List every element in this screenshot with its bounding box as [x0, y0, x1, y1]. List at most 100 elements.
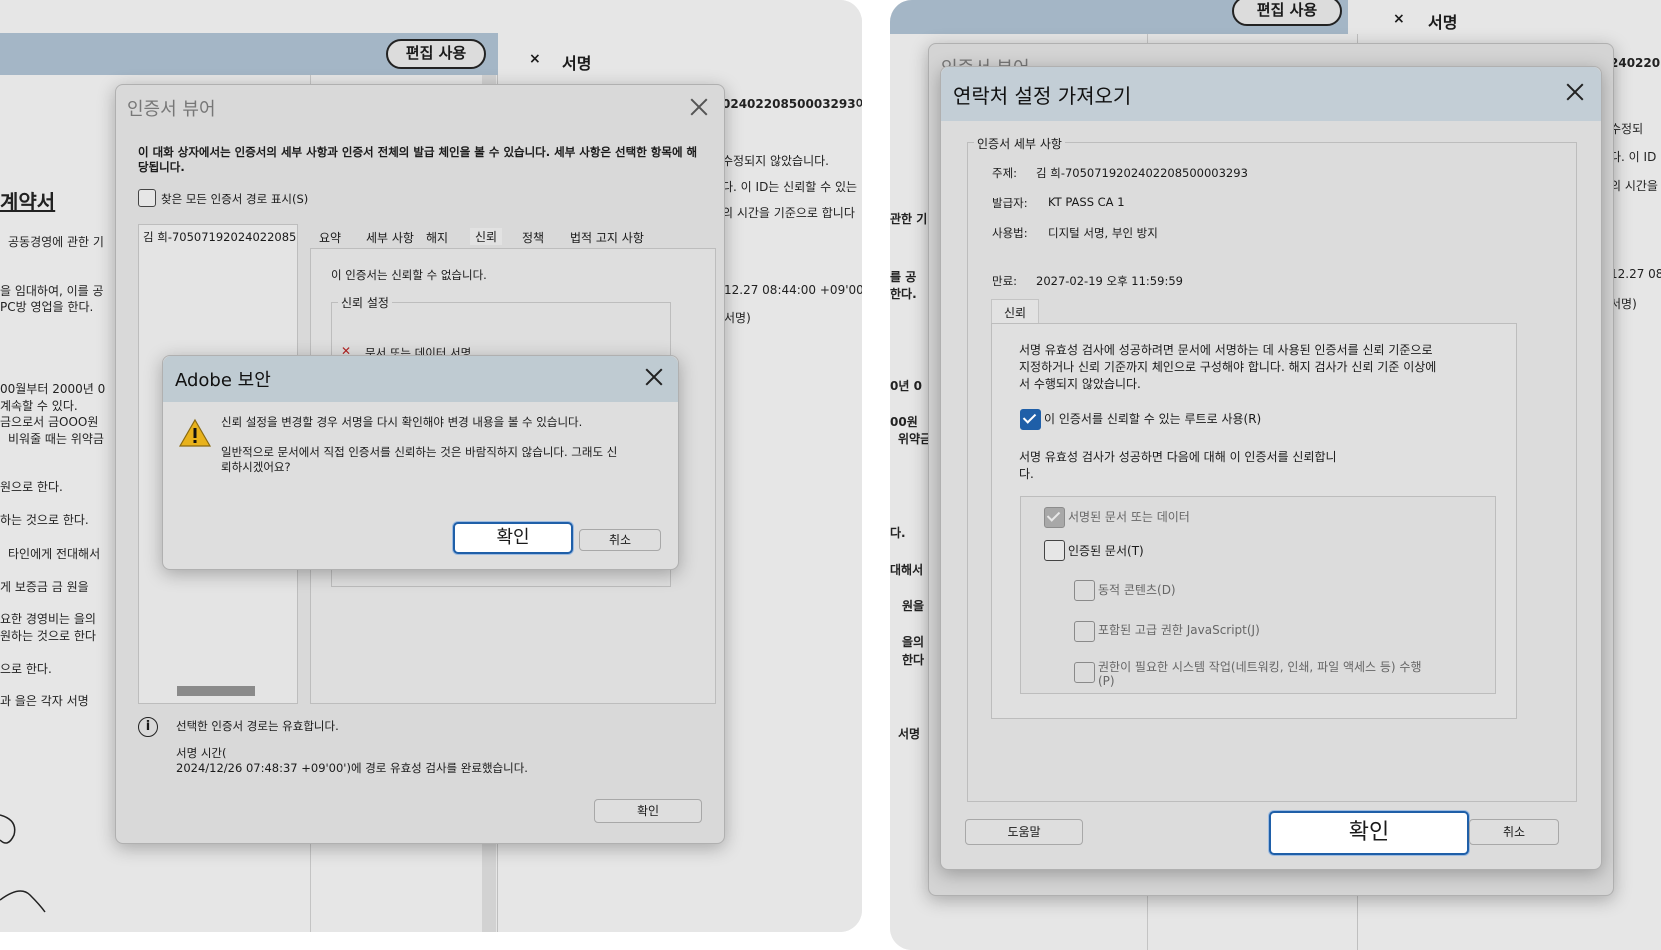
info-icon: i [138, 717, 158, 737]
document-line: 원하는 것으로 한다 [0, 629, 96, 643]
help-button[interactable]: 도움말 [965, 819, 1083, 845]
tab-strip: 요약 세부 사항 해지 신뢰 정책 법적 고지 사항 [312, 225, 712, 249]
privileged-operations-checkbox[interactable] [1074, 662, 1095, 683]
valid-path-message: 선택한 인증서 경로는 유효합니다. [176, 719, 339, 733]
close-icon[interactable] [645, 368, 663, 386]
import-contact-settings-dialog: 연락처 설정 가져오기 인증서 세부 사항 주제: 김 희-7050719202… [940, 66, 1602, 870]
signature-info-line: 0240220850003293이(가 [722, 97, 862, 111]
tab-revocation[interactable]: 해지 [426, 229, 448, 246]
signature-info-line: 12.27 08:44:00 +09'00' [724, 283, 862, 297]
use-as-trusted-root-label: 이 인증서를 신뢰할 수 있는 루트로 사용(R) [1044, 412, 1262, 426]
document-line: 요한 경영비는 을의 [0, 612, 96, 626]
close-icon[interactable] [690, 98, 708, 116]
document-line: 타인에게 전대해서 [8, 547, 101, 561]
expiry-label: 만료: [992, 274, 1018, 288]
document-line: 계속할 수 있다. [0, 399, 78, 413]
close-icon[interactable]: × [1393, 11, 1405, 27]
dialog-description: 이 대화 상자에서는 인증서의 세부 사항과 인증서 전체의 발급 체인을 볼 … [138, 145, 698, 174]
document-line: 한다 [902, 653, 925, 667]
document-line: 하는 것으로 한다. [0, 513, 89, 527]
use-as-trusted-root-checkbox[interactable] [1020, 409, 1041, 430]
tab-details[interactable]: 세부 사항 [366, 229, 414, 246]
signature-info-line: 수정되 [1610, 122, 1644, 136]
document-line: 한다. [890, 287, 917, 301]
certified-documents-checkbox[interactable] [1044, 540, 1065, 561]
dialog-title: Adobe 보안 [175, 370, 271, 391]
signature-info-line: 다. 이 ID는 신뢰할 수 있는 [722, 180, 858, 194]
trust-settings-legend: 신뢰 설정 [338, 294, 392, 311]
signed-documents-label: 서명된 문서 또는 데이터 [1068, 510, 1190, 524]
signature-panel-title: 서명 [1428, 13, 1458, 32]
subject-value: 김 희-7050719202402208500003293 [1036, 166, 1248, 180]
handwritten-signature-icon [0, 814, 46, 913]
document-line: 다. [890, 526, 906, 540]
certified-documents-label: 인증된 문서(T) [1068, 544, 1144, 558]
trust-description-line3: 서 수행되지 않았습니다. [1019, 377, 1141, 391]
close-icon[interactable] [1566, 83, 1584, 101]
tree-scrollbar-thumb[interactable] [177, 686, 255, 696]
left-screenshot-panel: 편집 사용 × 서명 계약서 공동경영에 관한 기 을 임대하여, 이를 공 P… [0, 0, 862, 932]
ok-button[interactable]: 확인 [594, 799, 702, 823]
trust-description-line1: 서명 유효성 검사에 성공하려면 문서에 서명하는 데 사용된 인증서를 신뢰 … [1019, 343, 1433, 357]
privileged-operations-label-line1: 권한이 필요한 시스템 작업(네트워킹, 인쇄, 파일 액세스 등) 수행 [1098, 660, 1422, 674]
usage-value: 디지털 서명, 부인 방지 [1048, 226, 1158, 240]
edit-mode-button[interactable]: 편집 사용 [386, 39, 486, 69]
show-all-paths-label: 찾은 모든 인증서 경로 표시(S) [161, 192, 309, 206]
embedded-javascript-checkbox[interactable] [1074, 621, 1095, 642]
untrusted-message: 이 인증서는 신뢰할 수 없습니다. [331, 268, 487, 282]
signing-time-value: 2024/12/26 07:48:37 +09'00')에 경로 유효성 검사를… [176, 761, 528, 775]
cancel-button[interactable]: 취소 [579, 529, 661, 551]
signature-info-line: 다. 이 ID [1610, 150, 1657, 164]
tab-legal-notice[interactable]: 법적 고지 사항 [570, 229, 644, 246]
confirm-button[interactable]: 확인 [453, 522, 573, 554]
signing-time-label: 서명 시간( [176, 746, 227, 760]
issuer-label: 발급자: [992, 196, 1028, 210]
document-line: 대해서 [890, 563, 924, 577]
document-line: 을의 [902, 635, 925, 649]
document-line: 를 공 [890, 270, 917, 284]
dynamic-content-checkbox[interactable] [1074, 580, 1095, 601]
warning-icon [178, 418, 212, 447]
expiry-value: 2027-02-19 오후 11:59:59 [1036, 274, 1183, 288]
confirm-button[interactable]: 확인 [1269, 811, 1469, 855]
show-all-paths-checkbox[interactable] [138, 189, 156, 207]
signature-info-line: 240220 [1610, 56, 1661, 70]
signature-info-line: 의 시간을 기준으로 합니다 [722, 206, 855, 220]
usage-label: 사용법: [992, 226, 1028, 240]
document-line: 관한 기 [890, 212, 928, 226]
signed-documents-checkbox[interactable] [1044, 507, 1065, 528]
trust-description-line2: 지정하거나 신뢰 기준까지 체인으로 구성해야 합니다. 해지 검사가 신뢰 기… [1019, 360, 1437, 374]
document-line: 위약금 [898, 432, 932, 446]
document-line: PC방 영업을 한다. [0, 300, 94, 314]
signature-info-line: 의 시간을 [1610, 179, 1658, 193]
edit-mode-button[interactable]: 편집 사용 [1232, 0, 1342, 26]
embedded-javascript-label: 포함된 고급 권한 JavaScript(J) [1098, 623, 1260, 637]
tab-policy[interactable]: 정책 [522, 229, 544, 246]
document-line: 공동경영에 관한 기 [8, 235, 104, 249]
document-line: 과 을은 각자 서명 [0, 694, 89, 708]
adobe-security-dialog: Adobe 보안 신뢰 설정을 변경할 경우 서명을 다시 확인해야 변경 내용… [162, 355, 679, 570]
document-line: 서명 [898, 727, 921, 741]
signature-info-line: 12.27 08: [1610, 267, 1661, 281]
tab-trust[interactable]: 신뢰 [470, 228, 503, 245]
tab-trust[interactable]: 신뢰 [991, 299, 1040, 325]
signature-info-line: 서명) [724, 311, 751, 325]
dialog-title: 연락처 설정 가져오기 [953, 84, 1132, 108]
warning-message-line1: 신뢰 설정을 변경할 경우 서명을 다시 확인해야 변경 내용을 볼 수 있습니… [221, 415, 583, 429]
subject-label: 주제: [992, 166, 1018, 180]
document-line: 00월부터 2000년 0 [0, 382, 106, 396]
warning-message-line3: 뢰하시겠어요? [221, 460, 291, 474]
close-icon[interactable]: × [529, 51, 541, 67]
document-line: 0년 0 [890, 379, 922, 393]
document-line: 금으로서 금OOO원 [0, 415, 99, 429]
signature-info-line: 서명) [1610, 297, 1637, 311]
document-title: 계약서 [0, 190, 56, 214]
tree-item[interactable]: 김 희-7050719202402208500 [143, 229, 297, 245]
tab-summary[interactable]: 요약 [319, 229, 341, 246]
document-line: 원을 [902, 599, 925, 613]
trust-for-line2: 다. [1019, 467, 1034, 481]
certificate-details-legend: 인증서 세부 사항 [974, 135, 1065, 152]
issuer-value: KT PASS CA 1 [1048, 195, 1125, 209]
document-line: 비워줄 때는 위약금 [8, 432, 104, 446]
cancel-button[interactable]: 취소 [1469, 819, 1559, 845]
